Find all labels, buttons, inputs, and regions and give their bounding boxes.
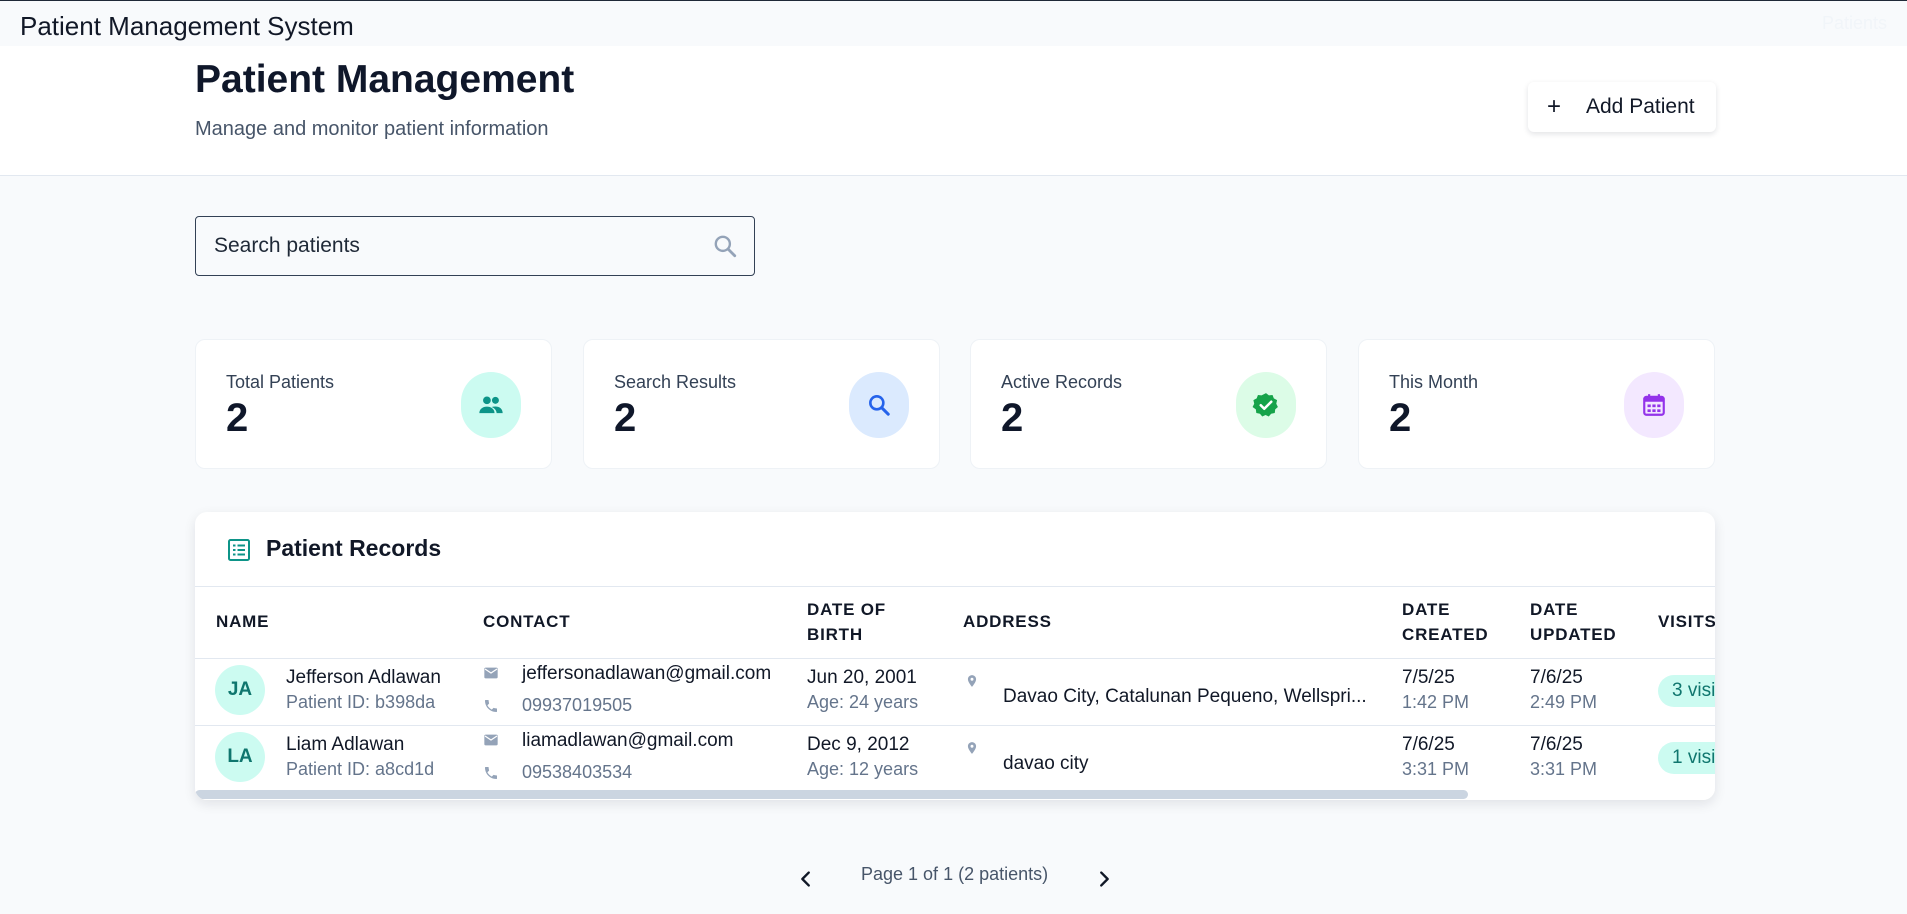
patient-email: jeffersonadlawan@gmail.com xyxy=(522,663,772,684)
patient-dob: Dec 9, 2012 xyxy=(807,734,910,755)
stat-value: 2 xyxy=(226,396,249,440)
records-title: Patient Records xyxy=(266,535,442,561)
avatar: JA xyxy=(215,665,265,715)
calendar-icon xyxy=(1624,372,1684,438)
chevron-left-icon[interactable] xyxy=(795,868,817,890)
visits-badge: 3 visits xyxy=(1658,675,1715,707)
stat-value: 2 xyxy=(614,396,637,440)
page-header: Patient Management Manage and monitor pa… xyxy=(0,46,1907,176)
patient-id: Patient ID: a8cd1d xyxy=(286,759,435,779)
topbar-nav-link[interactable]: Patients xyxy=(1822,13,1887,34)
column-header-contact[interactable]: Contact xyxy=(483,609,570,634)
plus-icon: + xyxy=(1546,93,1561,120)
stat-label: Active Records xyxy=(1001,372,1123,392)
avatar: LA xyxy=(215,732,265,782)
stat-card-active-records: Active Records 2 xyxy=(970,339,1327,469)
created-date: 7/5/25 xyxy=(1402,667,1455,688)
visits-badge: 1 visit xyxy=(1658,742,1715,774)
app-title: Patient Management System xyxy=(20,11,354,41)
stat-label: This Month xyxy=(1389,372,1479,392)
patient-email: liamadlawan@gmail.com xyxy=(522,730,734,751)
table-row[interactable]: LA Liam Adlawan Patient ID: a8cd1d liama… xyxy=(195,725,1715,791)
patient-dob: Jun 20, 2001 xyxy=(807,667,917,688)
updated-date: 7/6/25 xyxy=(1530,667,1583,688)
location-pin-icon xyxy=(967,742,977,754)
patient-phone: 09538403534 xyxy=(522,762,633,782)
stat-label: Search Results xyxy=(614,372,737,392)
patient-name: Jefferson Adlawan xyxy=(286,667,441,688)
stat-value: 2 xyxy=(1389,396,1412,440)
column-header-address[interactable]: Address xyxy=(963,609,1052,634)
chevron-right-icon[interactable] xyxy=(1093,868,1115,890)
updated-time: 2:49 PM xyxy=(1530,692,1598,712)
search-icon xyxy=(849,372,909,438)
patient-phone: 09937019505 xyxy=(522,695,633,715)
patient-age: Age: 24 years xyxy=(807,692,919,712)
patient-name: Liam Adlawan xyxy=(286,734,405,755)
page-subtitle: Manage and monitor patient information xyxy=(195,118,549,140)
phone-icon xyxy=(485,767,497,779)
column-header-date-updated[interactable]: Date Updated xyxy=(1530,597,1630,647)
patient-address: davao city xyxy=(1003,753,1089,774)
created-time: 1:42 PM xyxy=(1402,692,1470,712)
updated-date: 7/6/25 xyxy=(1530,734,1583,755)
column-header-date-created[interactable]: Date Created xyxy=(1402,597,1502,647)
patient-age: Age: 12 years xyxy=(807,759,919,779)
email-icon xyxy=(484,667,498,679)
patient-address: Davao City, Catalunan Pequeno, Wellspri.… xyxy=(1003,686,1367,707)
people-icon xyxy=(461,372,521,438)
stat-card-total-patients: Total Patients 2 xyxy=(195,339,552,469)
column-header-visits[interactable]: Visits xyxy=(1658,609,1715,634)
stat-value: 2 xyxy=(1001,396,1024,440)
records-header: Patient Records xyxy=(195,512,1715,587)
horizontal-scrollbar[interactable] xyxy=(195,790,1468,799)
add-patient-button[interactable]: + Add Patient xyxy=(1528,82,1716,132)
updated-time: 3:31 PM xyxy=(1530,759,1598,779)
add-patient-label: Add Patient xyxy=(1586,95,1695,118)
search-box xyxy=(195,216,755,276)
patient-id: Patient ID: b398da xyxy=(286,692,436,712)
list-icon xyxy=(228,539,250,561)
stat-label: Total Patients xyxy=(226,372,335,392)
verified-icon xyxy=(1236,372,1296,438)
pagination-text: Page 1 of 1 (2 patients) xyxy=(861,864,1049,884)
stat-card-this-month: This Month 2 xyxy=(1358,339,1715,469)
location-pin-icon xyxy=(967,675,977,687)
column-header-name[interactable]: Name xyxy=(216,609,269,634)
email-icon xyxy=(484,734,498,746)
pagination: Page 1 of 1 (2 patients) xyxy=(795,862,1115,896)
created-date: 7/6/25 xyxy=(1402,734,1455,755)
table-row[interactable]: JA Jefferson Adlawan Patient ID: b398da … xyxy=(195,659,1715,725)
search-icon[interactable] xyxy=(712,233,738,259)
column-header-date-of-birth[interactable]: Date of Birth xyxy=(807,597,907,647)
search-input[interactable] xyxy=(214,217,684,274)
created-time: 3:31 PM xyxy=(1402,759,1470,779)
page-title: Patient Management xyxy=(195,58,575,101)
stat-card-search-results: Search Results 2 xyxy=(583,339,940,469)
patient-records-panel: Patient Records Name Contact Date of Bir… xyxy=(195,512,1715,800)
phone-icon xyxy=(485,700,497,712)
top-app-bar: Patient Management System Patients xyxy=(0,0,1907,46)
